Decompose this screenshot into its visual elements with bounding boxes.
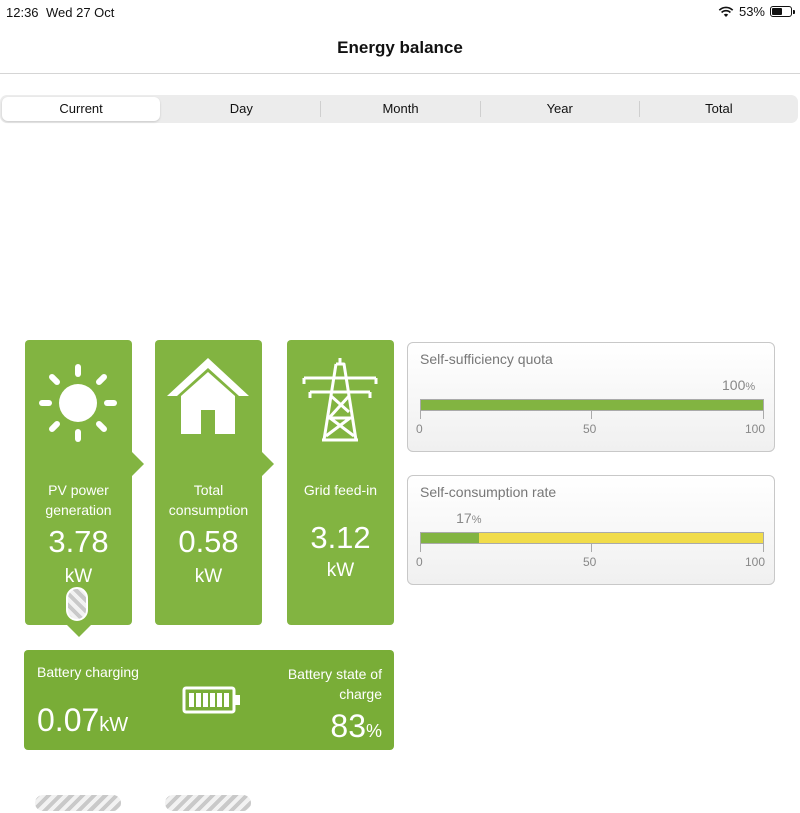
axis-tick (420, 411, 421, 419)
status-time: 12:36 (6, 5, 39, 20)
pv-value: 3.78 (48, 524, 109, 559)
self-consumption-number: 17 (456, 510, 472, 526)
self-consumption-unit: % (471, 514, 482, 526)
status-right: 53% (718, 4, 795, 19)
self-sufficiency-percent: 100% (722, 377, 755, 393)
tab-current[interactable]: Current (2, 97, 161, 121)
axis-tick (591, 544, 592, 552)
battery-charging-number: 0.07 (37, 702, 100, 738)
battery-soc-value: 83% (330, 708, 382, 745)
pv-to-battery-flow-indicator (66, 587, 88, 621)
consumption-flow-indicator (163, 793, 253, 813)
battery-charging-unit: kW (99, 714, 129, 736)
tab-month[interactable]: Month (321, 95, 479, 123)
self-consumption-card: Self-consumption rate 17% 0 50 100 (407, 475, 775, 585)
tab-year[interactable]: Year (481, 95, 639, 123)
grid-unit: kW (326, 560, 355, 581)
consumption-label: Total consumption (168, 482, 249, 518)
status-bar: 12:36 Wed 27 Oct 53% (0, 0, 800, 24)
grid-label: Grid feed-in (303, 482, 378, 498)
self-consumption-fill (421, 533, 480, 543)
battery-percent: 53% (738, 4, 765, 19)
consumption-value: 0.58 (178, 524, 239, 559)
axis-tick (763, 544, 764, 552)
pv-to-battery-arrow (67, 625, 91, 637)
self-consumption-label: Self-consumption rate (420, 484, 557, 500)
self-consumption-percent: 17% (456, 510, 481, 526)
self-consumption-bar (420, 532, 764, 544)
battery-charging-value: 0.07kW (37, 702, 128, 739)
axis-tick (763, 411, 764, 419)
self-sufficiency-number: 100 (722, 377, 746, 393)
pv-label: PV power generation (45, 482, 112, 518)
status-date: Wed 27 Oct (46, 5, 115, 20)
pv-generation-tile[interactable]: PV power generation 3.78 kW (25, 340, 132, 813)
period-segmented-control: Current Day Month Year Total (0, 95, 798, 123)
battery-soc-label-line2: charge (339, 686, 382, 702)
tick-label-100: 100 (745, 555, 766, 569)
self-sufficiency-unit: % (745, 381, 756, 393)
battery-charging-label: Battery charging (37, 664, 139, 680)
self-sufficiency-card: Self-sufficiency quota 100% 0 50 100 (407, 342, 775, 452)
battery-soc-number: 83 (330, 708, 366, 744)
pv-to-consumption-arrow (132, 452, 144, 476)
battery-panel[interactable]: Battery charging 0.07kW Battery state of… (24, 650, 394, 750)
tick-label-50: 50 (583, 555, 597, 569)
self-sufficiency-label: Self-sufficiency quota (420, 351, 553, 367)
consumption-unit: kW (194, 566, 223, 587)
header-divider (0, 73, 800, 74)
battery-soc-label: Battery state of charge (288, 664, 382, 704)
status-battery-icon (770, 6, 795, 17)
tick-label-50: 50 (583, 422, 597, 436)
power-pylon-icon (302, 358, 378, 442)
tick-label-0: 0 (416, 555, 423, 569)
battery-soc-label-line1: Battery state of (287, 666, 382, 682)
tab-day[interactable]: Day (162, 95, 320, 123)
tab-total[interactable]: Total (640, 95, 798, 123)
grid-value: 3.12 (310, 520, 371, 555)
self-consumption-remainder (479, 533, 763, 543)
self-sufficiency-fill (421, 400, 763, 410)
sun-icon (39, 364, 117, 442)
grid-feed-in-tile[interactable]: Grid feed-in 3.12 kW (287, 340, 394, 625)
battery-icon (182, 686, 240, 714)
consumption-to-grid-arrow (262, 452, 274, 476)
pv-unit: kW (64, 566, 93, 587)
pv-flow-indicator (33, 793, 123, 813)
page-title: Energy balance (337, 38, 463, 57)
consumption-tile[interactable]: Total consumption 0.58 kW (155, 340, 262, 813)
battery-soc-unit: % (365, 721, 382, 741)
house-icon (167, 358, 249, 434)
wifi-icon (718, 6, 734, 17)
tick-label-100: 100 (745, 422, 766, 436)
tick-label-0: 0 (416, 422, 423, 436)
self-sufficiency-bar (420, 399, 764, 411)
axis-tick (420, 544, 421, 552)
axis-tick (591, 411, 592, 419)
